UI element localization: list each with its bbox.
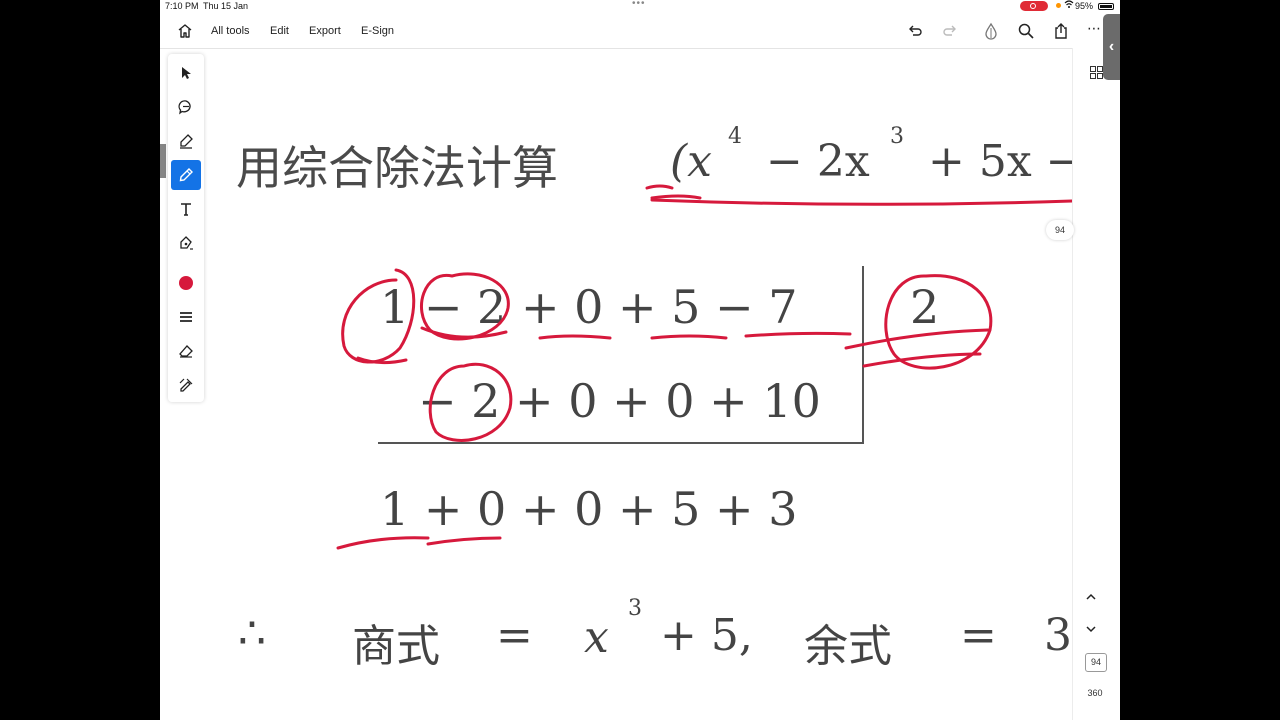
screen-recording-icon[interactable] bbox=[1020, 1, 1048, 11]
collapse-panel-handle[interactable]: ‹ bbox=[1103, 14, 1120, 80]
wifi-icon bbox=[1064, 0, 1074, 11]
total-pages-label: 360 bbox=[1087, 688, 1103, 698]
highlighter-icon bbox=[180, 134, 193, 149]
pencil-icon bbox=[179, 168, 193, 182]
stroke-width-button[interactable] bbox=[171, 302, 201, 332]
ipad-screen: 7:10 PM Thu 15 Jan ••• 95% All tools Edi… bbox=[160, 0, 1120, 720]
redo-icon[interactable] bbox=[941, 22, 959, 40]
eraser-icon bbox=[179, 345, 193, 358]
text-icon bbox=[181, 203, 191, 216]
comment-icon bbox=[178, 100, 191, 115]
chevron-left-icon: ‹ bbox=[1108, 38, 1115, 55]
page-number-badge: 94 bbox=[1046, 220, 1074, 240]
right-rail: 94 360 bbox=[1072, 48, 1120, 720]
search-icon[interactable] bbox=[1017, 22, 1035, 40]
esign-button[interactable]: E-Sign bbox=[361, 25, 394, 37]
thumbnails-grid-icon[interactable] bbox=[1090, 66, 1103, 84]
pen-settings-button[interactable] bbox=[171, 370, 201, 400]
export-button[interactable]: Export bbox=[309, 25, 341, 37]
ink-annotations[interactable] bbox=[160, 48, 1072, 720]
select-tool-button[interactable] bbox=[171, 58, 201, 88]
status-date: Thu 15 Jan bbox=[203, 1, 249, 11]
color-picker-button[interactable] bbox=[171, 268, 201, 298]
battery-icon bbox=[1098, 3, 1114, 10]
highlight-tool-button[interactable] bbox=[171, 126, 201, 156]
share-icon[interactable] bbox=[1052, 22, 1070, 40]
fill-sign-tool-button[interactable] bbox=[171, 228, 201, 258]
draw-tool-button[interactable] bbox=[171, 160, 201, 190]
top-toolbar: All tools Edit Export E-Sign ⋯ bbox=[160, 14, 1120, 49]
pen-settings-icon bbox=[179, 378, 193, 392]
status-bar: 7:10 PM Thu 15 Jan ••• 95% bbox=[160, 0, 1120, 13]
cursor-arrow-icon bbox=[182, 67, 191, 79]
undo-icon[interactable] bbox=[906, 22, 924, 40]
line-weight-icon bbox=[180, 312, 192, 322]
home-icon[interactable] bbox=[176, 22, 194, 40]
scroll-down-icon[interactable] bbox=[1085, 620, 1097, 638]
multitask-dots-icon[interactable]: ••• bbox=[632, 0, 646, 9]
mic-indicator-icon bbox=[1056, 3, 1061, 8]
color-swatch-icon bbox=[179, 276, 193, 290]
eraser-tool-button[interactable] bbox=[171, 336, 201, 366]
add-text-tool-button[interactable] bbox=[171, 194, 201, 224]
comment-tool-button[interactable] bbox=[171, 92, 201, 122]
scroll-up-icon[interactable] bbox=[1085, 588, 1097, 606]
current-page-indicator[interactable]: 94 bbox=[1085, 653, 1107, 672]
status-time: 7:10 PM bbox=[165, 1, 199, 11]
pdf-page-view[interactable]: 用综合除法计算 (x 4 − 2x 3 + 5x − 1 − 2 + 0 + 5… bbox=[160, 48, 1072, 720]
liquid-mode-icon[interactable] bbox=[982, 22, 1000, 40]
battery-percent: 95% bbox=[1075, 1, 1094, 11]
all-tools-button[interactable]: All tools bbox=[211, 25, 250, 37]
pen-nib-icon bbox=[180, 236, 193, 250]
annotation-tool-palette bbox=[168, 54, 204, 402]
edit-button[interactable]: Edit bbox=[270, 25, 289, 37]
